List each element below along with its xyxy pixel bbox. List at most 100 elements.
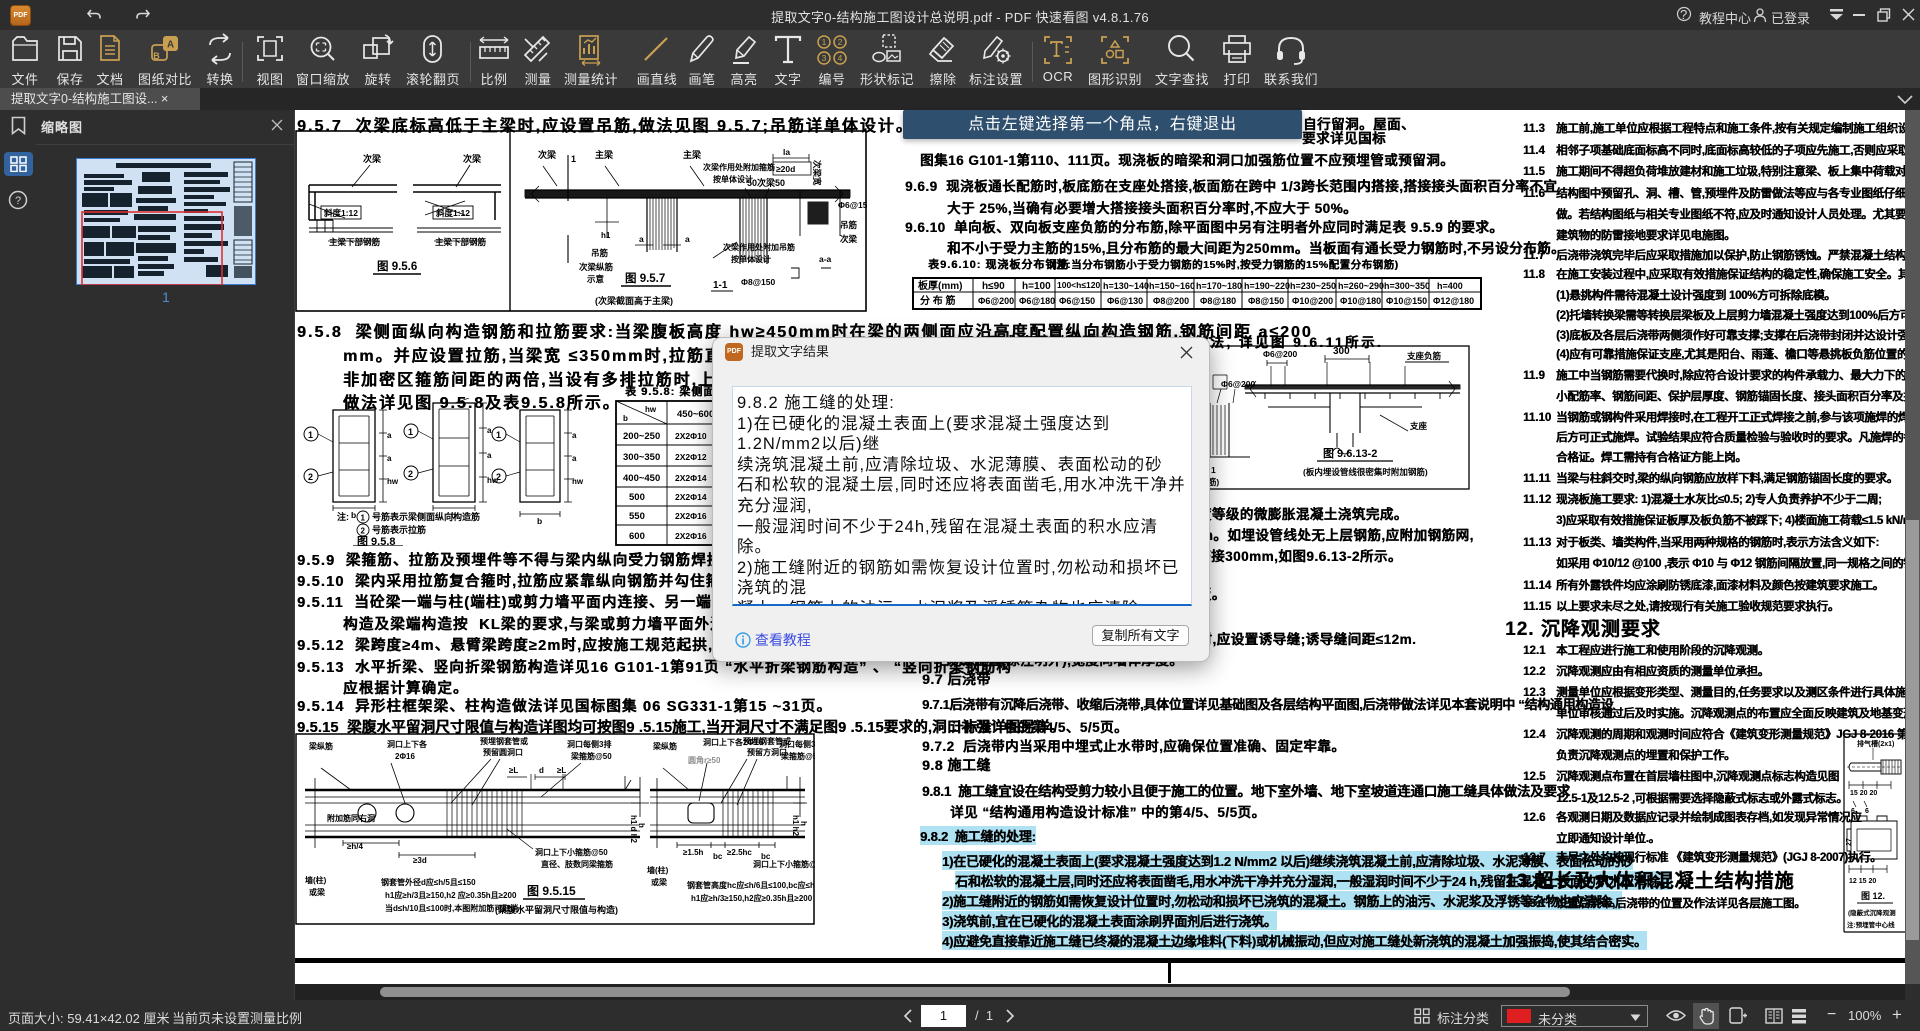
svg-text:1-1: 1-1	[713, 280, 728, 291]
svg-text:Φ8@180: Φ8@180	[1200, 296, 1236, 306]
svg-text:图 9.5.7: 图 9.5.7	[625, 271, 665, 285]
svg-text:斜度1:12: 斜度1:12	[323, 208, 358, 218]
svg-text:图 9.5.8: 图 9.5.8	[357, 535, 396, 546]
svg-text:按单体设计: 按单体设计	[713, 174, 753, 184]
svg-text:A: A	[167, 40, 174, 51]
svg-text:次梁纵筋: 次梁纵筋	[579, 262, 614, 272]
svg-text:或梁: 或梁	[651, 877, 668, 887]
svg-text:a: a	[387, 454, 392, 463]
svg-text:次梁宽: 次梁宽	[812, 160, 822, 186]
svg-text:h1应≥h/3≥150,h2应≥0.35h且≥200: h1应≥h/3≥150,h2应≥0.35h且≥200	[691, 893, 813, 903]
svg-text:洞口上下各: 洞口上下各	[387, 739, 428, 749]
svg-text:2: 2	[838, 37, 843, 47]
svg-text:27: 27	[1846, 838, 1853, 846]
svg-text:Φ6@150: Φ6@150	[1059, 296, 1095, 306]
svg-text:主梁下部钢筋: 主梁下部钢筋	[329, 237, 381, 247]
svg-text:主梁: 主梁	[595, 149, 614, 160]
svg-text:Φ8@150: Φ8@150	[1248, 296, 1284, 306]
svg-text:2: 2	[496, 472, 501, 482]
svg-text:2X2Φ14: 2X2Φ14	[675, 473, 707, 483]
svg-text:梁箍筋@50: 梁箍筋@50	[570, 751, 612, 761]
svg-text:(隐蔽式沉降观测: (隐蔽式沉降观测	[1848, 908, 1896, 917]
svg-text:≥1.5h: ≥1.5h	[683, 848, 704, 857]
svg-text:a: a	[639, 234, 644, 244]
svg-text:号筋表示拉筋: 号筋表示拉筋	[372, 524, 426, 535]
svg-text:6: 6	[1851, 808, 1855, 815]
svg-text:图 12.: 图 12.	[1861, 891, 1885, 901]
svg-text:墙(柱): 墙(柱)	[647, 865, 669, 875]
svg-text:d: d	[539, 766, 544, 775]
svg-text:主梁: 主梁	[683, 149, 702, 160]
svg-text:550: 550	[629, 511, 645, 522]
svg-text:2: 2	[361, 527, 366, 536]
svg-text:1: 1	[496, 430, 501, 440]
svg-text:Φ6@180: Φ6@180	[1019, 296, 1055, 306]
svg-text:洞口上下小箍筋@50: 洞口上下小箍筋@50	[535, 847, 608, 857]
svg-text:2X2Φ10: 2X2Φ10	[675, 431, 707, 441]
svg-text:100<h≤120: 100<h≤120	[1057, 280, 1100, 290]
svg-text:400~450: 400~450	[623, 473, 660, 484]
svg-text:h=260~290: h=260~290	[1338, 281, 1384, 291]
svg-text:h=130~140: h=130~140	[1103, 281, 1149, 291]
svg-text:h: h	[799, 821, 808, 826]
svg-text:分 布 筋: 分 布 筋	[920, 294, 956, 307]
svg-text:注:: 注:	[337, 511, 349, 522]
svg-text:板厚(mm): 板厚(mm)	[918, 279, 962, 292]
svg-text:梁纵筋: 梁纵筋	[652, 741, 677, 751]
svg-text:洞口每侧3排: 洞口每侧3排	[567, 739, 611, 749]
svg-text:钢套管高度hc应≤h/6且≤100,bc应≤h/3且≤200: 钢套管高度hc应≤h/6且≤100,bc应≤h/3且≤200,	[687, 880, 815, 890]
svg-text:排气槽(2x1): 排气槽(2x1)	[1857, 739, 1894, 748]
svg-text:图 9.6.13-2: 图 9.6.13-2	[1323, 447, 1377, 460]
svg-text:Φ6@150: Φ6@150	[838, 200, 867, 210]
svg-text:洞口上下小箍筋@50: 洞口上下小箍筋@50	[753, 859, 815, 869]
svg-text:2X2Φ16: 2X2Φ16	[675, 511, 707, 521]
svg-text:1: 1	[822, 37, 827, 47]
svg-text:≥L: ≥L	[557, 766, 566, 775]
svg-text:hw: hw	[572, 477, 584, 486]
svg-text:次梁作用处附加箍筋: 次梁作用处附加箍筋	[703, 162, 775, 172]
svg-text:2X2Φ14: 2X2Φ14	[675, 492, 707, 502]
svg-text:h≤90: h≤90	[982, 281, 1005, 292]
svg-text:吊筋: 吊筋	[591, 248, 609, 258]
svg-text:300~350: 300~350	[623, 452, 660, 463]
svg-text:按单体设计: 按单体设计	[731, 254, 771, 264]
svg-text:la: la	[783, 147, 790, 157]
svg-text:次梁: 次梁	[363, 153, 382, 164]
svg-text:Φ8@150: Φ8@150	[741, 277, 775, 287]
svg-text:1: 1	[408, 427, 413, 437]
svg-text:300: 300	[1333, 346, 1350, 357]
svg-text:500: 500	[629, 492, 645, 503]
svg-text:1: 1	[308, 430, 313, 440]
svg-text:Φ10@180: Φ10@180	[1340, 296, 1381, 306]
svg-text:Φ6@200: Φ6@200	[1263, 349, 1297, 359]
svg-text:号筋表示梁侧面纵向构造筋: 号筋表示梁侧面纵向构造筋	[372, 511, 480, 522]
svg-text:2X2Φ12: 2X2Φ12	[675, 452, 707, 462]
svg-text:h=400: h=400	[1437, 281, 1463, 291]
svg-text:bc: bc	[713, 852, 723, 861]
svg-text:hw: hw	[387, 477, 399, 486]
svg-text:a: a	[387, 431, 392, 440]
svg-text:梁纵筋: 梁纵筋	[308, 741, 333, 751]
svg-text:4: 4	[838, 53, 843, 63]
svg-text:a: a	[487, 426, 492, 435]
svg-text:≥3d: ≥3d	[413, 856, 427, 865]
svg-text:或梁: 或梁	[309, 887, 326, 897]
svg-text:(梁腹水平留洞尺寸限值与构造): (梁腹水平留洞尺寸限值与构造)	[495, 904, 618, 915]
svg-text:≥20d: ≥20d	[776, 164, 795, 174]
svg-text:h: h	[637, 823, 646, 828]
svg-text:支座负筋: 支座负筋	[1406, 351, 1442, 361]
svg-text:15 20 20: 15 20 20	[1850, 790, 1877, 797]
svg-text:h=230~250: h=230~250	[1290, 281, 1336, 291]
svg-text:200~250: 200~250	[623, 431, 660, 442]
svg-text:梁箍筋@50: 梁箍筋@50	[780, 751, 815, 761]
svg-text:(次梁截面高于主梁): (次梁截面高于主梁)	[595, 295, 673, 306]
svg-text:h=300~350: h=300~350	[1384, 281, 1430, 291]
svg-text:直径、肢数同梁箍筋: 直径、肢数同梁箍筋	[541, 859, 613, 869]
svg-text:a: a	[487, 451, 492, 460]
svg-text:3: 3	[822, 53, 827, 63]
svg-text:450~600: 450~600	[677, 409, 714, 420]
svg-text:2: 2	[308, 472, 313, 482]
svg-text:墙(柱): 墙(柱)	[305, 875, 327, 885]
svg-text:hw: hw	[645, 405, 657, 414]
svg-text:注:预埋管中心线: 注:预埋管中心线	[1847, 920, 1895, 929]
